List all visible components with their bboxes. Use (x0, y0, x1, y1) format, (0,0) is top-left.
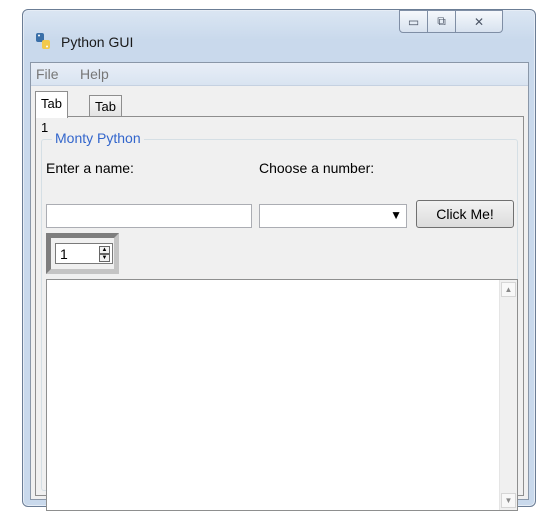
maximize-icon: ⧉ (437, 14, 446, 28)
menu-help[interactable]: Help (80, 66, 109, 82)
client-area: File Help Tab 1 Tab 2 Monty Python Enter… (30, 62, 529, 511)
spin-up-icon[interactable]: ▲ (99, 246, 110, 254)
number-spinbox[interactable]: 1 ▲ ▼ (55, 243, 113, 264)
tab-1[interactable]: Tab 1 (35, 91, 68, 135)
maximize-button[interactable]: ⧉ (427, 10, 456, 33)
window-title: Python GUI (61, 34, 134, 50)
app-window: Python GUI ▭ ⧉ ✕ File Help Tab 1 Tab 2 M… (22, 9, 536, 511)
name-label: Enter a name: (46, 160, 134, 176)
python-icon (36, 33, 50, 49)
scroll-down-icon[interactable]: ▼ (501, 493, 516, 508)
minimize-button[interactable]: ▭ (399, 10, 428, 33)
tab-panel: Monty Python Enter a name: Choose a numb… (35, 116, 524, 511)
menu-file[interactable]: File (36, 66, 59, 82)
group-title: Monty Python (52, 130, 144, 146)
close-button[interactable]: ✕ (455, 10, 503, 33)
close-icon: ✕ (473, 14, 485, 29)
scrolled-text-area[interactable]: ▲ ▼ (46, 279, 518, 511)
minimize-icon: ▭ (407, 14, 420, 29)
tab-2[interactable]: Tab 2 (89, 95, 122, 135)
spinbox-frame: 1 ▲ ▼ (46, 233, 119, 274)
spin-down-icon[interactable]: ▼ (99, 254, 110, 262)
menu-bar: File Help (31, 63, 528, 86)
name-input[interactable] (46, 204, 252, 228)
click-me-button[interactable]: Click Me! (416, 200, 514, 228)
scroll-up-icon[interactable]: ▲ (501, 282, 516, 297)
vertical-scrollbar[interactable]: ▲ ▼ (499, 280, 517, 510)
number-label: Choose a number: (259, 160, 375, 176)
chevron-down-icon[interactable]: ▼ (390, 208, 402, 222)
title-bar[interactable]: Python GUI ▭ ⧉ ✕ (23, 10, 535, 60)
number-combobox[interactable]: ▼ (259, 204, 407, 228)
spinbox-value: 1 (60, 246, 68, 262)
monty-python-group: Monty Python Enter a name: Choose a numb… (41, 130, 518, 511)
